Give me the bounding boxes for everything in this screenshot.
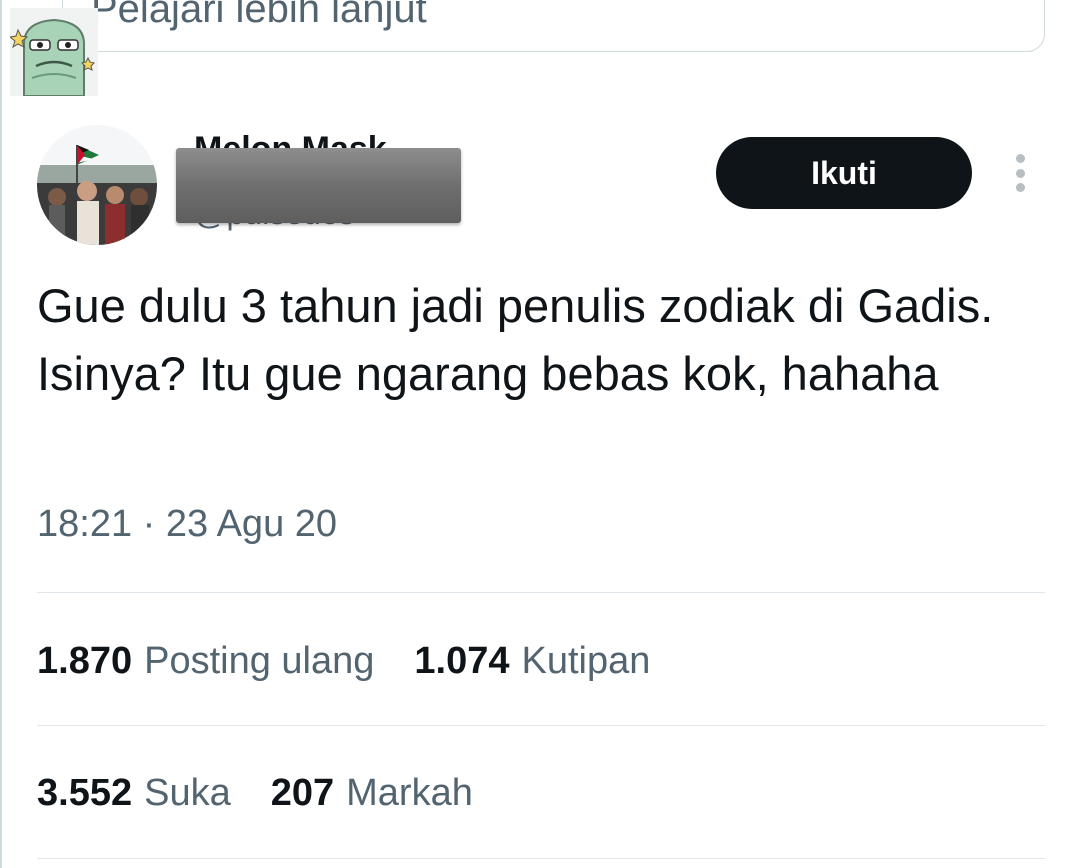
promo-card-text[interactable]: Pelajari lebih lanjut [91, 0, 427, 29]
tweet-detail-page: Pelajari lebih lanjut Ikuti Gue dulu 3 t… [0, 0, 1080, 868]
reposts-stat[interactable]: 1.870 Posting ulang [37, 640, 374, 683]
divider [37, 858, 1045, 859]
dot [1015, 168, 1025, 178]
more-options-icon[interactable] [1005, 150, 1035, 196]
sticker-image [8, 8, 98, 97]
reposts-count: 1.870 [37, 640, 133, 682]
promo-card[interactable]: Pelajari lebih lanjut [62, 0, 1045, 52]
tweet-timestamp[interactable]: 18:21 · 23 Agu 20 [37, 503, 337, 546]
reposts-label: Posting ulang [144, 640, 375, 682]
bookmarks-label: Markah [346, 772, 473, 814]
stats-row-reposts: 1.870 Posting ulang 1.074 Kutipan [37, 640, 650, 683]
dot [1015, 183, 1025, 192]
avatar[interactable] [37, 125, 157, 245]
quotes-count: 1.074 [414, 640, 510, 682]
stats-row-likes: 3.552 Suka 207 Markah [37, 772, 473, 815]
tweet-text: Gue dulu 3 tahun jadi penulis zodiak di … [37, 279, 994, 400]
divider [37, 725, 1045, 726]
likes-label: Suka [144, 772, 231, 814]
left-border [0, 0, 2, 868]
divider [37, 592, 1045, 593]
follow-button[interactable]: Ikuti [716, 137, 972, 209]
likes-count: 3.552 [37, 772, 133, 814]
dot [1015, 154, 1025, 163]
likes-stat[interactable]: 3.552 Suka [37, 772, 231, 815]
redaction-block [176, 148, 461, 223]
quotes-stat[interactable]: 1.074 Kutipan [414, 640, 650, 683]
quotes-label: Kutipan [521, 640, 651, 682]
bookmarks-stat[interactable]: 207 Markah [271, 772, 473, 815]
bookmarks-count: 207 [270, 772, 335, 814]
author-name-area[interactable]: Melon Mask @pulsedes [176, 130, 466, 231]
